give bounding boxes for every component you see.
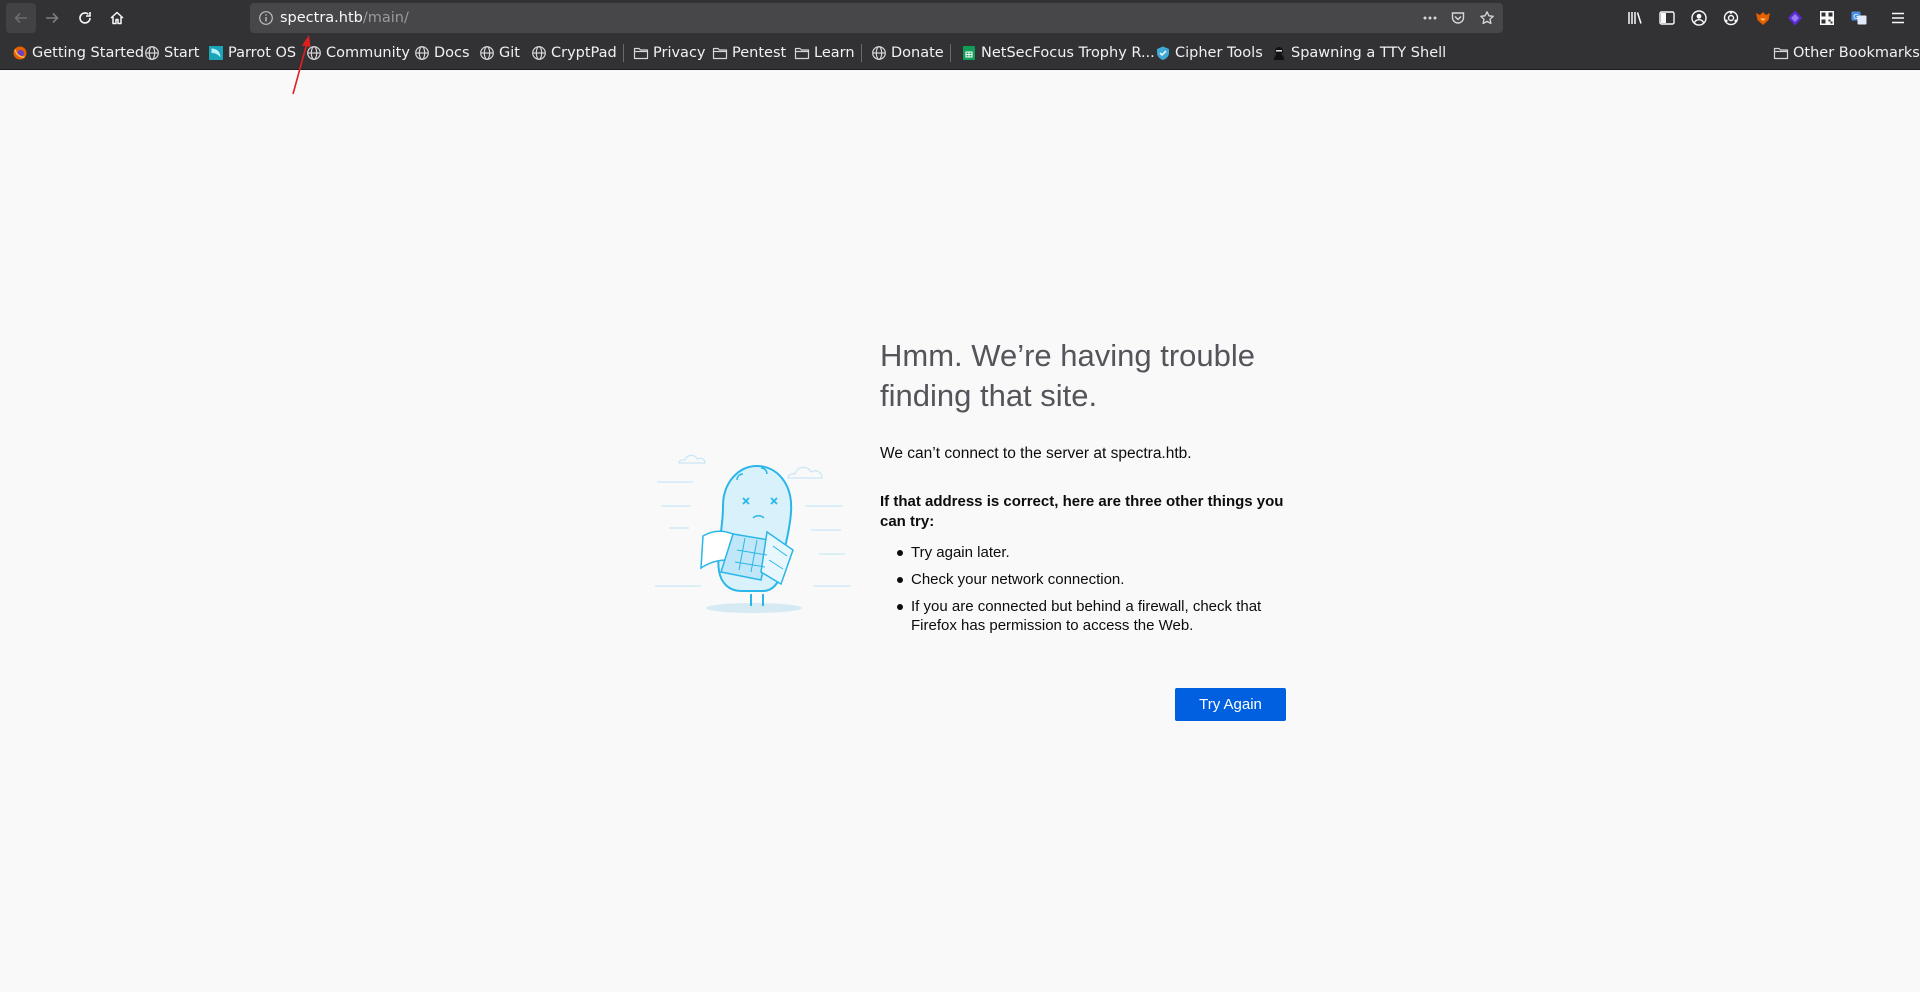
- bookmark-label: Getting Started: [32, 45, 145, 61]
- reload-button[interactable]: [70, 3, 100, 33]
- bookmark-netsecfocus[interactable]: NetSecFocus Trophy R...: [961, 43, 1155, 63]
- list-item: If you are connected but behind a firewa…: [880, 597, 1300, 635]
- tips-list: Try again later. Check your network conn…: [880, 543, 1300, 643]
- folder-icon: [1773, 47, 1789, 60]
- qr-icon[interactable]: [1818, 9, 1836, 27]
- back-icon: [14, 12, 27, 24]
- url-path: /main/: [362, 10, 409, 26]
- sheets-icon: [963, 46, 975, 60]
- folder-icon: [794, 47, 810, 60]
- bookmark-label: Pentest: [732, 45, 787, 61]
- bookmark-label: Start: [164, 45, 200, 61]
- bookmark-donate[interactable]: Donate: [871, 43, 944, 63]
- reload-icon: [79, 12, 91, 24]
- bookmark-folder-pentest[interactable]: Pentest: [712, 43, 786, 63]
- foxyproxy-icon[interactable]: [1754, 9, 1772, 27]
- svg-text:G: G: [1853, 13, 1858, 21]
- folder-icon: [633, 47, 649, 60]
- bookmark-label: Privacy: [653, 45, 706, 61]
- forward-icon: [46, 12, 59, 24]
- translate-icon[interactable]: G: [1850, 9, 1868, 27]
- extension-icon[interactable]: [1786, 9, 1804, 27]
- url-bar[interactable]: spectra.htb/main/: [250, 3, 1503, 33]
- bookmark-label: Donate: [891, 45, 944, 61]
- bookmark-folder-privacy[interactable]: Privacy: [633, 43, 706, 63]
- info-icon[interactable]: [258, 10, 274, 26]
- pocket-icon[interactable]: [1450, 10, 1466, 26]
- cipher-icon: [1157, 46, 1169, 60]
- forward-button[interactable]: [37, 3, 67, 33]
- list-item: Check your network connection.: [880, 570, 1300, 589]
- parrot-icon: [209, 46, 223, 60]
- bookmark-separator: [861, 44, 862, 62]
- error-title: Hmm. We’re having trouble finding that s…: [880, 338, 1256, 413]
- firefox-icon: [13, 46, 27, 60]
- tips-heading: If that address is correct, here are thr…: [880, 493, 1284, 530]
- bookmark-label: Community: [326, 45, 410, 61]
- sidebar-icon[interactable]: [1658, 9, 1676, 27]
- bookmark-community[interactable]: Community: [306, 43, 410, 63]
- globe-icon: [415, 46, 429, 60]
- bookmark-label: Cipher Tools: [1175, 45, 1263, 61]
- error-illustration: [655, 454, 851, 613]
- bookmark-docs[interactable]: Docs: [414, 43, 470, 63]
- more-actions-icon[interactable]: [1422, 10, 1438, 26]
- bookmark-cipher-tools[interactable]: Cipher Tools: [1155, 43, 1263, 63]
- bookmark-separator: [623, 44, 624, 62]
- home-button[interactable]: [102, 3, 132, 33]
- extensions-gear-icon[interactable]: [1722, 9, 1740, 27]
- other-bookmarks[interactable]: Other Bookmarks: [1773, 43, 1920, 63]
- ninja-icon: [1274, 47, 1284, 60]
- library-icon[interactable]: [1626, 9, 1644, 27]
- globe-icon: [872, 46, 886, 60]
- bookmark-getting-started[interactable]: Getting Started: [12, 43, 144, 63]
- url-host: spectra.htb: [280, 10, 363, 26]
- bookmark-folder-learn[interactable]: Learn: [794, 43, 855, 63]
- globe-icon: [480, 46, 494, 60]
- folder-icon: [712, 47, 728, 60]
- back-button[interactable]: [6, 3, 36, 33]
- bookmark-label: Learn: [814, 45, 855, 61]
- globe-icon: [145, 46, 159, 60]
- list-item: Try again later.: [880, 543, 1300, 562]
- bookmark-separator: [950, 44, 951, 62]
- bookmark-label: Spawning a TTY Shell: [1291, 45, 1447, 61]
- bookmark-start[interactable]: Start: [144, 43, 199, 63]
- bookmark-label: CryptPad: [551, 45, 617, 61]
- star-icon[interactable]: [1479, 10, 1495, 26]
- error-description: We can’t connect to the server at spectr…: [880, 445, 1192, 462]
- bookmark-label: Docs: [434, 45, 470, 61]
- bookmark-label: Git: [499, 45, 520, 61]
- url-text[interactable]: spectra.htb/main/: [280, 3, 409, 33]
- account-icon[interactable]: [1690, 9, 1708, 27]
- other-bookmarks-label: Other Bookmarks: [1793, 45, 1920, 61]
- bookmark-label: NetSecFocus Trophy R...: [981, 45, 1155, 61]
- bookmark-cryptpad[interactable]: CryptPad: [531, 43, 617, 63]
- home-icon: [110, 11, 124, 25]
- bookmark-git[interactable]: Git: [479, 43, 520, 63]
- globe-icon: [532, 46, 546, 60]
- menu-icon[interactable]: [1889, 9, 1907, 27]
- bookmark-spawning-tty-shell[interactable]: Spawning a TTY Shell: [1271, 43, 1446, 63]
- annotation-arrow: [292, 35, 311, 95]
- try-again-button[interactable]: Try Again: [1175, 688, 1286, 721]
